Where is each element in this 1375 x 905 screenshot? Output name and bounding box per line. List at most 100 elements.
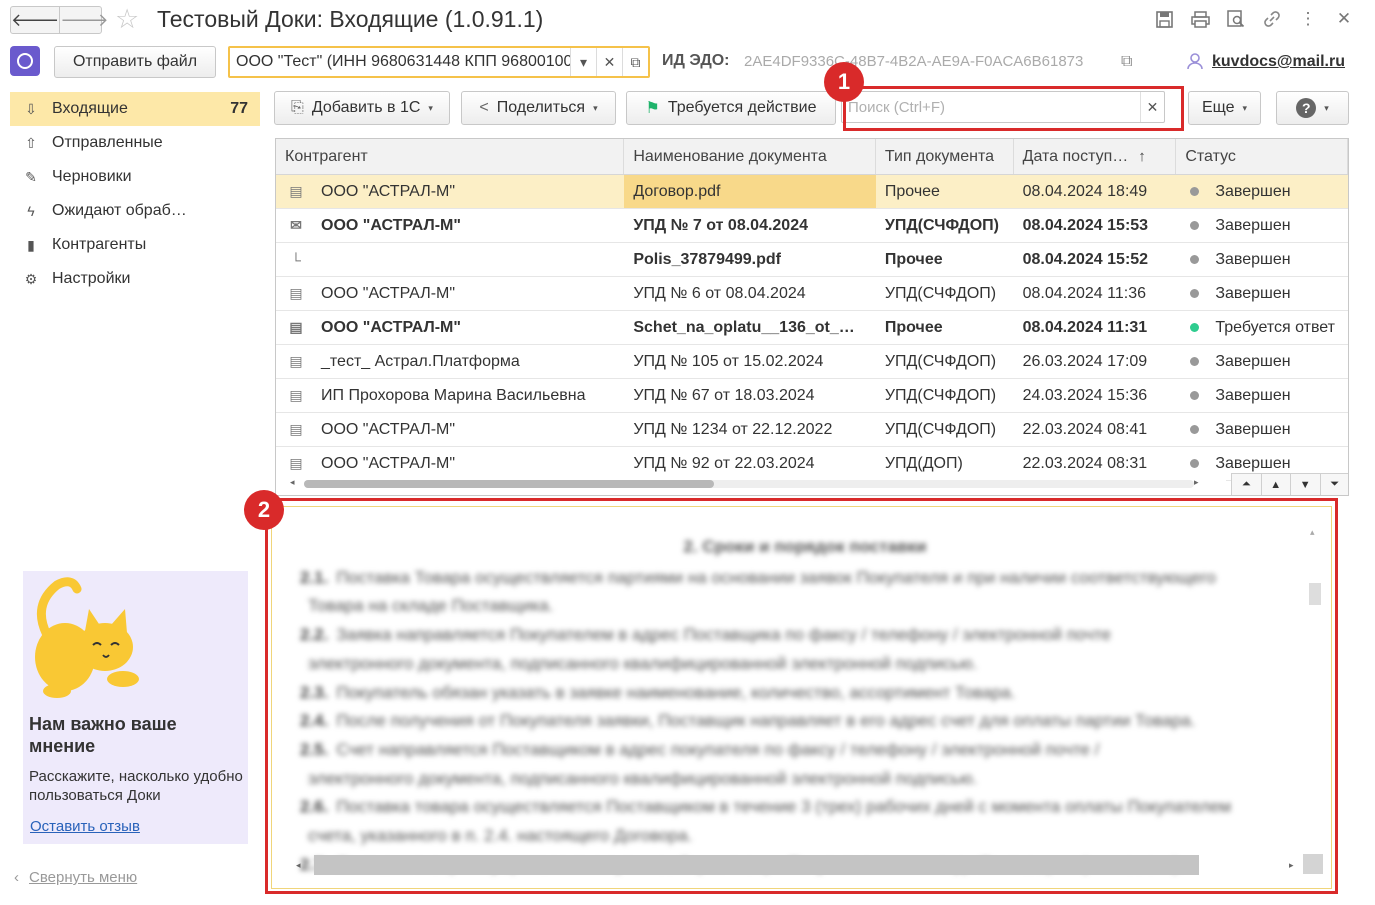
user-email-link[interactable]: kuvdocs@mail.ru [1212,53,1345,71]
cell-status-text: Завершен [1215,454,1291,472]
cell-document-name: Schet_na_oplatu__136_ot_… [633,318,855,336]
document-preview[interactable]: 2. Сроки и порядок поставки 2.1. Поставка… [271,506,1332,889]
scrollbar-thumb[interactable] [304,480,714,488]
column-header-status[interactable]: Статус [1176,139,1348,174]
cell-contractor-text: _тест_ Астрал.Платформа [321,352,520,370]
column-header-document[interactable]: Наименование документа [624,139,876,174]
cat-illustration-icon [35,577,139,698]
page-down-icon[interactable]: ▼ [1290,474,1320,495]
save-icon[interactable] [1153,8,1175,30]
scrollbar-corner [1303,854,1323,874]
help-button[interactable]: ? ▾ [1276,91,1349,125]
chevron-down-icon[interactable]: ▾ [570,48,596,76]
go-last-icon[interactable]: ⏷ [1319,474,1348,495]
go-first-icon[interactable]: ⏶ [1231,474,1261,495]
print-icon[interactable] [1189,8,1211,30]
column-header-type[interactable]: Тип документа [876,139,1014,174]
status-dot-icon [1190,323,1200,332]
preview-line-text: После получения от Покупателя заявки, По… [336,711,1196,731]
cell-status-text: Завершен [1215,216,1291,234]
status-dot-icon [1190,357,1200,366]
cell-status: Завершен [1176,379,1348,412]
table-horizontal-scrollbar[interactable]: ◂ ▸ [276,473,1226,495]
cell-document-type: Прочее [884,250,943,268]
sidebar-item-drafts[interactable]: ✎ Черновики [10,160,260,194]
table-row[interactable]: ▤ ООО "АСТРАЛ-М" УПД № 1234 от 22.12.2022 У… [276,413,1348,447]
cell-document-name: УПД № 1234 от 22.12.2022 [633,420,833,438]
share-label: Поделиться [496,99,586,116]
cell-contractor: ▤ _тест_ Астрал.Платформа [276,345,624,378]
table-row[interactable]: └ Polis_37879499.pdf Прочее 08.04.2024 15:5… [276,243,1348,277]
table-row[interactable]: ✉ ООО "АСТРАЛ-М" УПД № 7 от 08.04.2024 УПД(… [276,209,1348,243]
scrollbar-thumb[interactable] [1309,583,1321,605]
table-row[interactable]: ▤ ООО "АСТРАЛ-М" Schet_na_oplatu__136_ot_…… [276,311,1348,345]
table-row[interactable]: ▤ ООО "АСТРАЛ-М" УПД № 6 от 08.04.2024 УПД(… [276,277,1348,311]
table-row[interactable]: ▤ ИП Прохорова Марина Васильевна УПД № 67 … [276,379,1348,413]
add-to-1c-button[interactable]: ⎘ Добавить в 1С ▾ [274,91,450,125]
clear-icon[interactable]: ✕ [596,48,622,76]
cell-date: 08.04.2024 15:52 [1022,250,1149,268]
preview-line-number: 2.2. [300,625,329,645]
user-icon [1186,52,1204,75]
cell-document-type: УПД(СЧФДОП) [884,386,997,404]
cell-document-name: Polis_37879499.pdf [633,250,781,268]
preview-line-text: Поставка товара осуществляется Поставщик… [336,797,1232,817]
sidebar-item-label: Ожидают обраб… [52,202,187,219]
back-arrow-icon[interactable]: 🡐 [11,7,59,33]
close-icon[interactable]: ✕ [1333,8,1355,30]
sidebar-item-contractors[interactable]: ▮ Контрагенты [10,228,260,262]
preview-icon[interactable] [1225,8,1247,30]
more-vertical-icon[interactable]: ⋮ [1297,8,1319,30]
collapse-menu-button[interactable]: ‹ Свернуть меню [14,869,137,886]
share-button[interactable]: < Поделиться ▾ [461,91,616,125]
list-toolbar: ⎘ Добавить в 1С ▾ < Поделиться ▾ ⚑ Требу… [274,91,1349,125]
favorite-star-icon[interactable]: ☆ [115,4,139,34]
scroll-up-icon[interactable]: ▴ [1310,527,1315,538]
scroll-left-icon[interactable]: ◂ [290,477,295,488]
open-window-icon[interactable]: ⧉ [622,48,648,76]
link-icon[interactable] [1261,8,1283,30]
forward-arrow-icon[interactable]: 🡒 [59,7,109,33]
send-file-button[interactable]: Отправить файл [54,46,216,78]
sidebar-item-pending[interactable]: ϟ Ожидают обраб… [10,194,260,228]
organization-value: ООО "Тест" (ИНН 9680631448 КПП 968001001… [236,53,570,70]
cell-date: 24.03.2024 15:36 [1022,386,1148,404]
preview-line-text: Счет направляется Поставщиком в адрес по… [336,739,1100,759]
copy-icon[interactable]: ⧉ [1121,53,1132,71]
status-dot-icon [1190,391,1200,400]
scroll-left-icon[interactable]: ◂ [296,860,301,871]
preview-line: 2.6. Поставка товара осуществляется Поста… [300,793,1310,822]
scrollbar-thumb[interactable] [314,855,1199,875]
leave-feedback-link[interactable]: Оставить отзыв [30,818,140,835]
share-icon: < [479,99,489,116]
sidebar-item-settings[interactable]: ⚙ Настройки [10,262,260,296]
sidebar-item-sent[interactable]: ⇧ Отправленные [10,126,260,160]
preview-horizontal-scrollbar[interactable]: ◂ ▸ [294,854,1304,876]
window-actions: ⋮ ✕ [1153,8,1355,30]
callout-frame-search [843,86,1184,131]
app-logo-icon[interactable] [10,46,40,76]
organization-select[interactable]: ООО "Тест" (ИНН 9680631448 КПП 968001001… [228,46,650,78]
column-header-contractor[interactable]: Контрагент [276,139,625,174]
action-required-button[interactable]: ⚑ Требуется действие [626,91,836,125]
cell-document-name: УПД № 7 от 08.04.2024 [633,216,808,234]
preview-line-text: Заявка направляется Покупателем в адрес … [336,625,1111,645]
cell-status-text: Завершен [1215,284,1291,302]
table-row[interactable]: ▤ ООО "АСТРАЛ-М" Договор.pdf Прочее 08.04.20… [276,175,1348,209]
sidebar-item-incoming[interactable]: ⇩ Входящие 77 [10,92,260,126]
chevron-down-icon: ▾ [1324,102,1329,113]
more-button[interactable]: Еще ▾ [1188,91,1261,125]
table-row[interactable]: ▤ _тест_ Астрал.Платформа УПД № 105 от 15.… [276,345,1348,379]
page-up-icon[interactable]: ▲ [1260,474,1290,495]
send-file-label: Отправить файл [72,53,198,70]
preview-vertical-scrollbar[interactable]: ▴ ▾ [1307,527,1321,867]
column-header-date[interactable]: Дата поступ… ↑ [1014,139,1177,174]
scroll-right-icon[interactable]: ▸ [1194,477,1199,488]
cell-status-text: Завершен [1215,250,1291,268]
cell-contractor: ▤ ИП Прохорова Марина Васильевна [276,379,624,412]
context-bar: Отправить файл ООО "Тест" (ИНН 968063144… [0,44,1375,80]
cell-date: 26.03.2024 17:09 [1022,352,1148,370]
cell-status-text: Завершен [1215,182,1291,200]
preview-line: 2.4. После получения от Покупателя заявки… [300,707,1310,736]
scroll-right-icon[interactable]: ▸ [1289,860,1294,871]
